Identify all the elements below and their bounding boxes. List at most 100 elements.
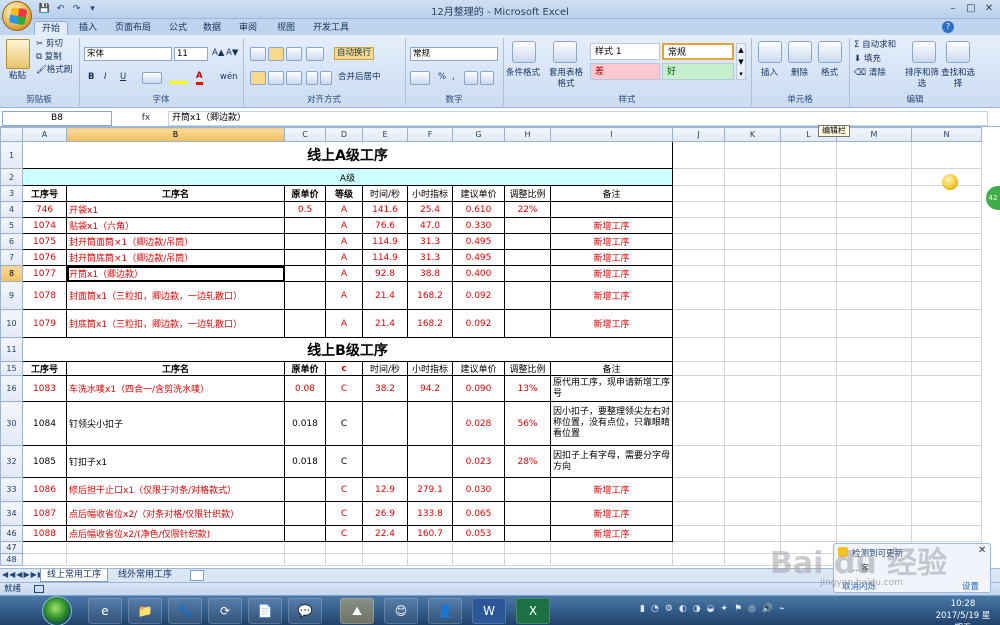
empty-cell[interactable] <box>66 541 285 554</box>
cell-time[interactable]: 141.6 <box>362 201 408 218</box>
cell-rate[interactable]: 168.2 <box>407 309 453 338</box>
cell-time[interactable]: 76.6 <box>362 217 408 234</box>
header-note[interactable]: 备注 <box>550 185 673 202</box>
delete-cells-icon[interactable] <box>788 41 812 63</box>
percent-button[interactable]: % <box>438 72 446 83</box>
column-header[interactable]: E <box>362 127 408 142</box>
ie-icon[interactable]: e <box>88 598 122 624</box>
row-header[interactable]: 47 <box>0 541 23 554</box>
cell-name[interactable]: 车洗水唛x1（四合一/含剪洗水唛） <box>66 375 285 402</box>
empty-cell[interactable] <box>325 541 363 554</box>
empty-cell[interactable] <box>836 309 912 338</box>
maximize-button[interactable]: □ <box>964 2 978 16</box>
header-rate[interactable]: 小时指标 <box>407 185 453 202</box>
column-header[interactable]: K <box>724 127 781 142</box>
cell-adjust[interactable]: 28% <box>504 445 551 478</box>
header-time[interactable]: 时间/秒 <box>362 361 408 376</box>
cell-name[interactable]: 点后幅收省位x2/（对条对格/仅限针织款） <box>66 501 285 526</box>
font-name-select[interactable]: 宋体 <box>84 47 172 61</box>
empty-cell[interactable] <box>407 553 453 566</box>
align-top-icon[interactable] <box>250 47 266 61</box>
cell-no[interactable]: 1078 <box>22 281 67 310</box>
empty-cell[interactable] <box>724 249 781 266</box>
empty-cell[interactable] <box>672 201 725 218</box>
empty-cell[interactable] <box>724 201 781 218</box>
cell-grade[interactable]: C <box>325 477 363 502</box>
cell-no[interactable]: 1088 <box>22 525 67 542</box>
grade-a-band[interactable]: A级 <box>22 168 673 186</box>
cell-name[interactable]: 开袋x1 <box>66 201 285 218</box>
cell-price[interactable]: 0.053 <box>452 525 505 542</box>
row-header[interactable]: 2 <box>0 168 23 186</box>
column-header[interactable]: A <box>22 127 67 142</box>
cell-no[interactable]: 1086 <box>22 477 67 502</box>
empty-cell[interactable] <box>66 553 285 566</box>
empty-cell[interactable] <box>724 217 781 234</box>
folder-icon[interactable]: 📁 <box>128 598 162 624</box>
cell-time[interactable]: 114.9 <box>362 233 408 250</box>
cell-rate[interactable]: 31.3 <box>407 249 453 266</box>
cell-rate[interactable] <box>407 401 453 446</box>
header-adjust[interactable]: 调整比例 <box>504 361 551 376</box>
formula-input[interactable]: 开筒x1（卿边款） <box>168 111 988 126</box>
cell-no[interactable]: 1077 <box>22 265 67 282</box>
cell-orig-price[interactable] <box>284 281 326 310</box>
cell-grade[interactable]: A <box>325 265 363 282</box>
cell-no[interactable]: 1079 <box>22 309 67 338</box>
row-header[interactable]: 34 <box>0 501 23 526</box>
styles-more-icon[interactable]: ▲ ▼ ▾ <box>736 43 746 80</box>
cell-rate[interactable]: 47.0 <box>407 217 453 234</box>
empty-cell[interactable] <box>836 375 912 402</box>
row-header[interactable]: 6 <box>0 233 23 250</box>
cell-rate[interactable]: 279.1 <box>407 477 453 502</box>
empty-cell[interactable] <box>672 541 725 554</box>
sheet-nav-arrows[interactable]: ◀◀◀▶▶▶ <box>2 570 45 579</box>
row-header[interactable]: 32 <box>0 445 23 478</box>
wrap-text-button[interactable]: 自动换行 <box>334 47 375 60</box>
cell-orig-price[interactable] <box>284 309 326 338</box>
row-header[interactable]: 16 <box>0 375 23 402</box>
sheet-tab-offline[interactable]: 线外常用工序 <box>112 569 178 582</box>
orientation-icon[interactable] <box>306 47 324 61</box>
column-header[interactable]: N <box>911 127 982 142</box>
tab-review[interactable]: 审阅 <box>232 21 264 35</box>
cell-time[interactable]: 92.8 <box>362 265 408 282</box>
row-header[interactable]: 9 <box>0 281 23 310</box>
cell-adjust[interactable]: 56% <box>504 401 551 446</box>
empty-cell[interactable] <box>22 553 67 566</box>
cell-name[interactable]: 钉扣子x1 <box>66 445 285 478</box>
cell-name[interactable]: 封面筒x1（三粒扣，卿边款，一边轧散口） <box>66 281 285 310</box>
empty-cell[interactable] <box>724 265 781 282</box>
conditional-format-button[interactable]: 条件格式 <box>506 68 540 79</box>
empty-cell[interactable] <box>911 309 982 338</box>
cell-grade[interactable]: C <box>325 375 363 402</box>
cell-note[interactable]: 因小扣子，要整理领尖左右对称位置，没有点位，只靠眼睛看位置 <box>550 401 673 446</box>
align-middle-icon[interactable] <box>268 47 284 61</box>
empty-cell[interactable] <box>724 445 781 478</box>
paste-icon[interactable] <box>6 39 30 69</box>
empty-cell[interactable] <box>911 375 982 402</box>
row-header[interactable]: 8 <box>0 265 23 282</box>
italic-button[interactable]: I <box>104 72 107 83</box>
cell-note[interactable]: 新增工序 <box>550 249 673 266</box>
close-button[interactable]: ✕ <box>982 2 996 16</box>
empty-cell[interactable] <box>836 477 912 502</box>
cell-time[interactable]: 38.2 <box>362 375 408 402</box>
minimize-button[interactable]: – <box>946 2 960 16</box>
cell-price[interactable]: 0.030 <box>452 477 505 502</box>
cell-orig-price[interactable] <box>284 249 326 266</box>
cell-rate[interactable]: 31.3 <box>407 233 453 250</box>
empty-cell[interactable] <box>911 265 982 282</box>
cell-time[interactable]: 21.4 <box>362 309 408 338</box>
format-table-icon[interactable] <box>553 41 577 63</box>
fill-button[interactable]: ⬇ 填充 <box>854 54 881 65</box>
empty-cell[interactable] <box>911 201 982 218</box>
cell-name[interactable]: 开筒x1（卿边款） <box>66 265 285 282</box>
bold-button[interactable]: B <box>88 72 94 83</box>
column-header[interactable]: G <box>452 127 505 142</box>
word-icon[interactable]: W <box>472 598 506 624</box>
row-header[interactable]: 30 <box>0 401 23 446</box>
empty-cell[interactable] <box>911 249 982 266</box>
empty-cell[interactable] <box>672 233 725 250</box>
empty-cell[interactable] <box>724 281 781 310</box>
